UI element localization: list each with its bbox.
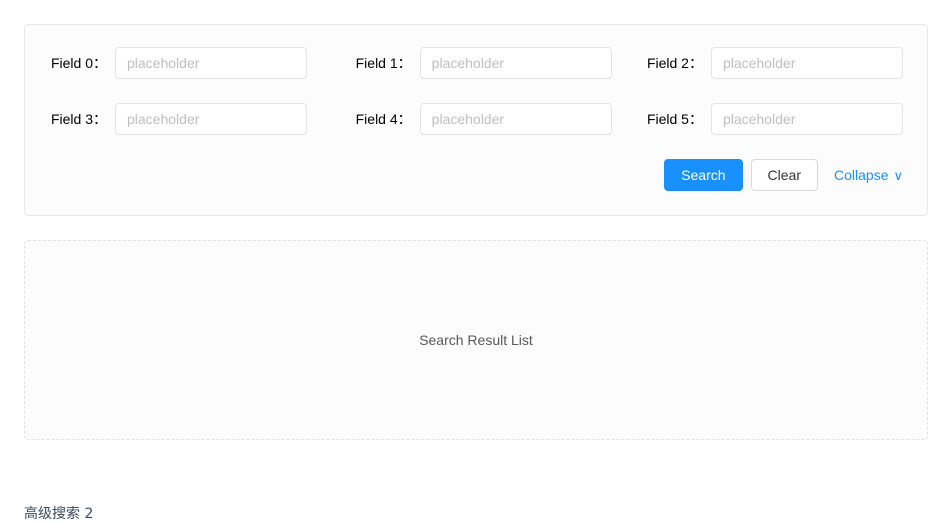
field-input-5[interactable] <box>710 103 903 135</box>
field-label-0: Field 0： <box>50 55 107 71</box>
field-input-2[interactable] <box>710 47 903 79</box>
collapse-toggle[interactable]: Collapse ∨ <box>834 159 903 191</box>
field-input-4[interactable] <box>419 103 612 135</box>
chevron-down-icon: ∨ <box>893 167 903 183</box>
top-spacer <box>0 0 952 24</box>
collapse-label: Collapse <box>834 167 889 183</box>
search-button[interactable]: Search <box>664 159 743 191</box>
field-label-3: Field 3： <box>50 111 107 127</box>
form-field-5: Field 5： <box>618 103 903 159</box>
form-field-3: Field 3： <box>49 103 334 159</box>
form-row-2: Field 3： Field 4： Field 5： <box>49 103 903 159</box>
field-input-0[interactable] <box>115 47 307 79</box>
form-field-0: Field 0： <box>49 47 334 103</box>
field-input-3[interactable] <box>115 103 307 135</box>
form-row-1: Field 0： Field 1： Field 2： <box>49 47 903 103</box>
search-result-placeholder: Search Result List <box>419 332 533 348</box>
form-field-2: Field 2： <box>618 47 903 103</box>
field-label-1: Field 1： <box>355 55 412 71</box>
bottom-caption: 高级搜索 2 <box>24 506 94 522</box>
form-field-1: Field 1： <box>334 47 619 103</box>
field-label-2: Field 2： <box>646 55 703 71</box>
search-result-panel: Search Result List <box>24 240 928 440</box>
page-content: Field 0： Field 1： Field 2： Field 3： <box>0 24 952 440</box>
form-field-4: Field 4： <box>334 103 619 159</box>
page-root: Field 0： Field 1： Field 2： Field 3： <box>0 0 952 522</box>
field-label-5: Field 5： <box>646 111 703 127</box>
field-label-4: Field 4： <box>355 111 412 127</box>
form-actions: Search Clear Collapse ∨ <box>49 159 903 205</box>
search-form-panel: Field 0： Field 1： Field 2： Field 3： <box>24 24 928 216</box>
clear-button[interactable]: Clear <box>750 159 818 191</box>
field-input-1[interactable] <box>419 47 612 79</box>
